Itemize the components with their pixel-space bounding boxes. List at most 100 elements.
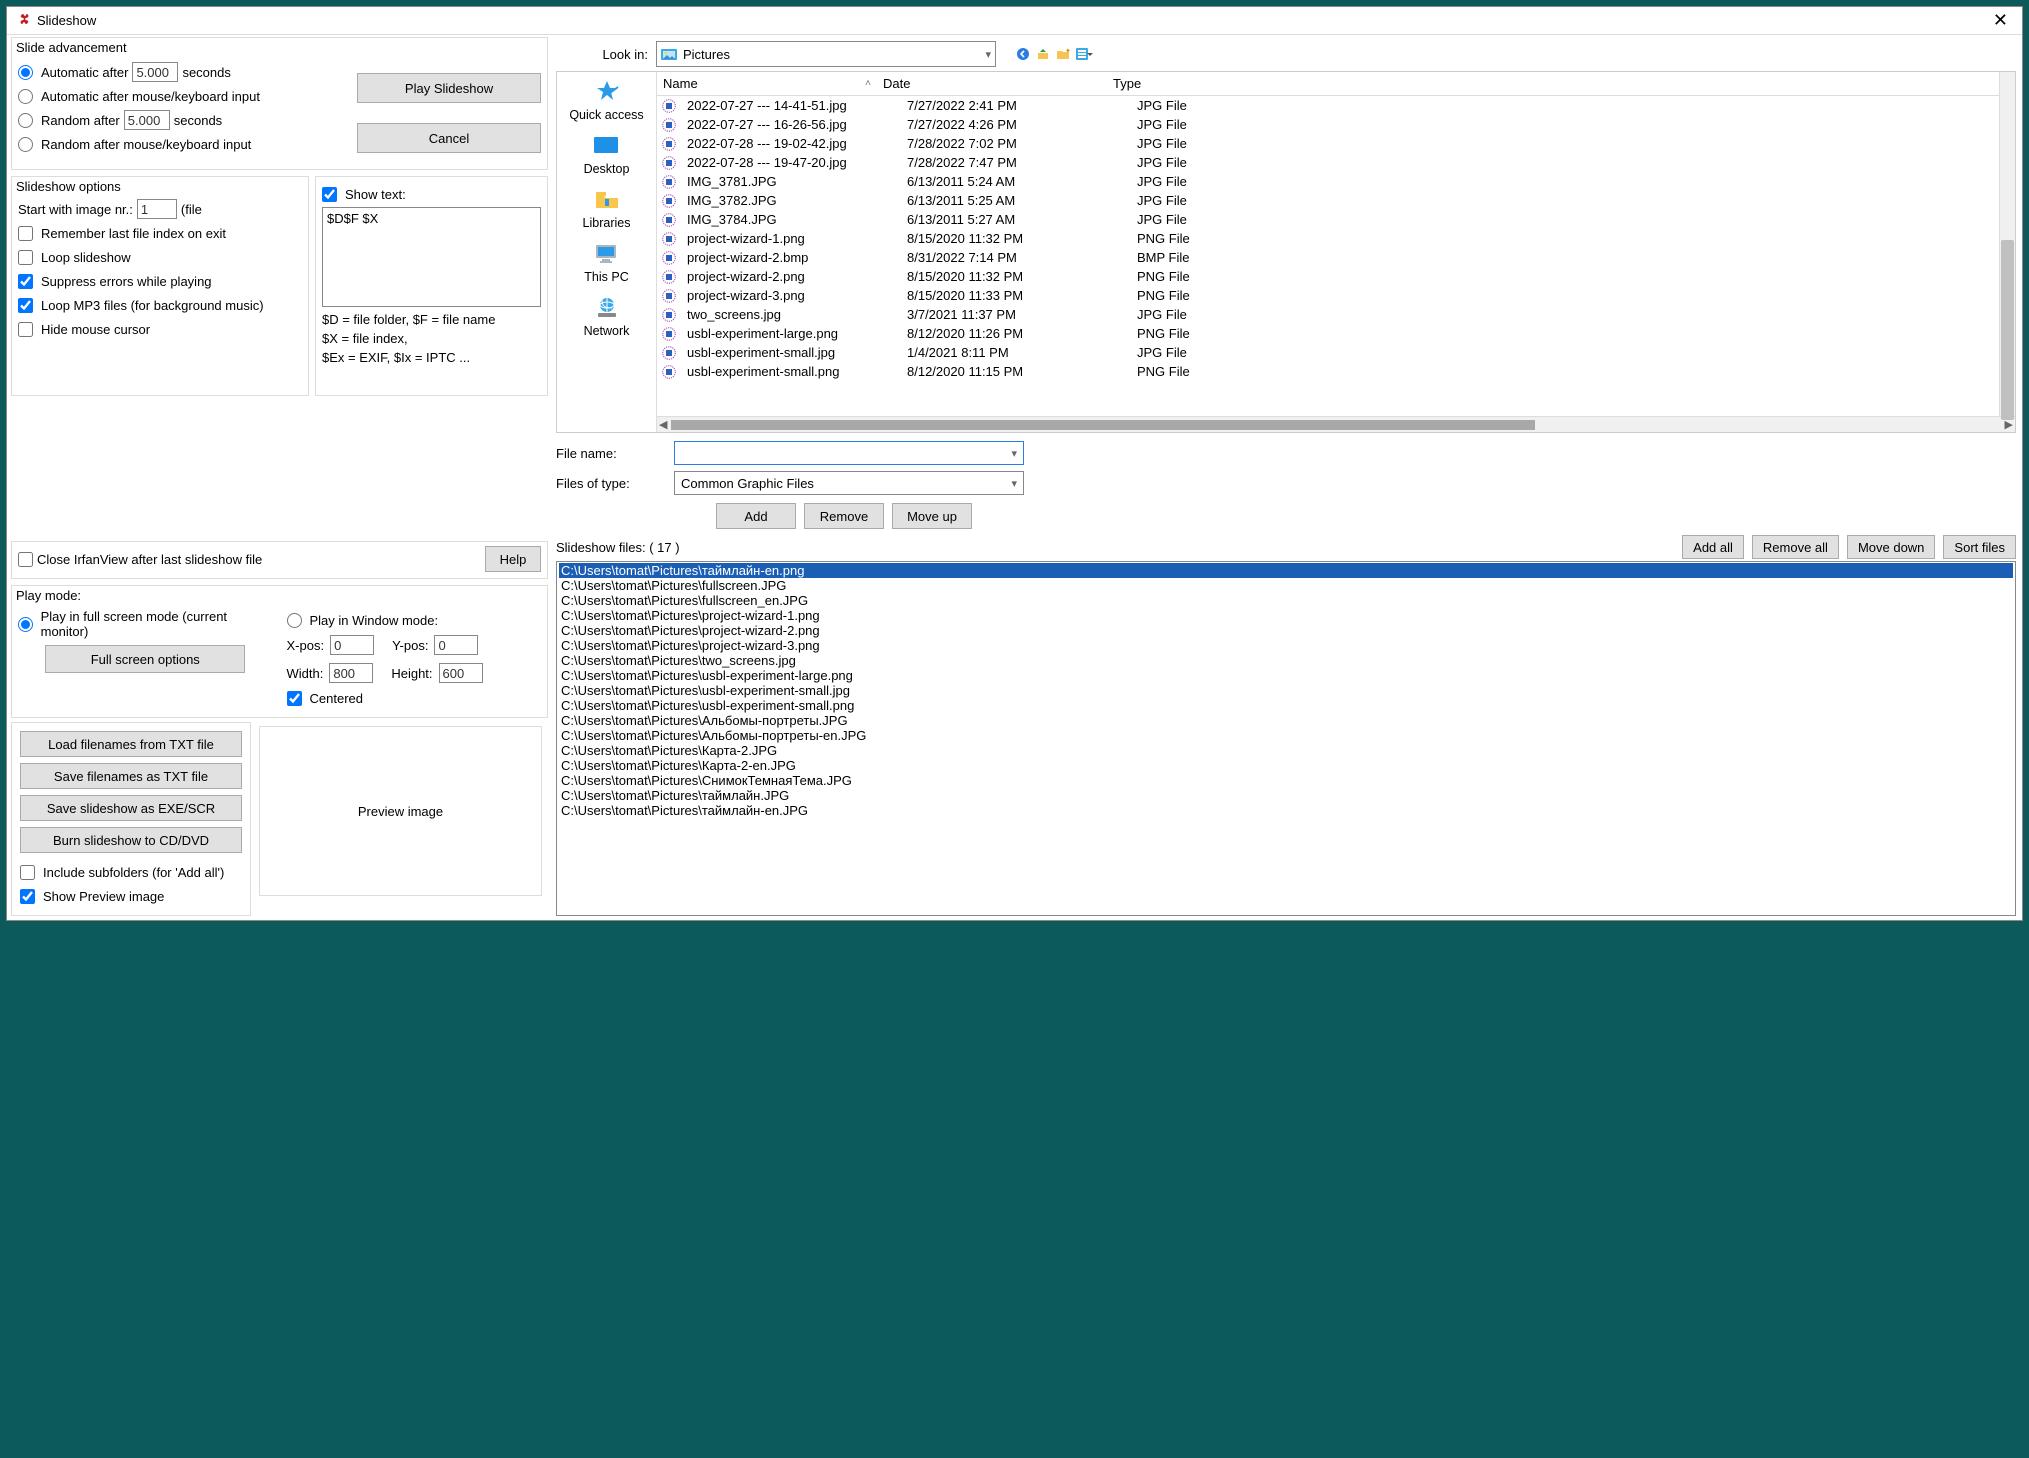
check-show-text[interactable] [322,187,337,202]
check-loop-mp3[interactable] [18,298,33,313]
load-txt-button[interactable]: Load filenames from TXT file [20,731,242,757]
new-folder-icon[interactable]: ✦ [1056,47,1070,61]
help-button[interactable]: Help [485,546,541,572]
check-include-subfolders[interactable] [20,865,35,880]
place-this-pc[interactable]: This PC [584,240,628,284]
burn-button[interactable]: Burn slideshow to CD/DVD [20,827,242,853]
move-down-button[interactable]: Move down [1847,535,1935,559]
check-centered[interactable] [287,691,302,706]
remove-all-button[interactable]: Remove all [1752,535,1839,559]
remove-button[interactable]: Remove [804,503,884,529]
place-desktop[interactable]: Desktop [584,132,630,176]
slideshow-file-item[interactable]: C:\Users\tomat\Pictures\таймлайн-en.png [559,563,2013,578]
file-type-combo[interactable]: Common Graphic Files ▾ [674,471,1024,495]
file-row[interactable]: 2022-07-28 --- 19-47-20.jpg7/28/2022 7:4… [657,153,2015,172]
file-row[interactable]: 2022-07-28 --- 19-02-42.jpg7/28/2022 7:0… [657,134,2015,153]
slideshow-file-item[interactable]: C:\Users\tomat\Pictures\Альбомы-портреты… [559,713,2013,728]
file-rows[interactable]: 2022-07-27 --- 14-41-51.jpg7/27/2022 2:4… [657,96,2015,416]
close-button[interactable]: ✕ [1987,10,2014,31]
file-row[interactable]: 2022-07-27 --- 14-41-51.jpg7/27/2022 2:4… [657,96,2015,115]
place-libraries[interactable]: Libraries [583,186,631,230]
radio-automatic-mouse[interactable] [18,89,33,104]
col-header-name[interactable]: Name˄ [657,74,877,93]
input-ypos[interactable] [434,635,478,655]
file-name-cell: two_screens.jpg [681,306,901,323]
input-height[interactable] [439,663,483,683]
move-up-button[interactable]: Move up [892,503,972,529]
slideshow-file-item[interactable]: C:\Users\tomat\Pictures\project-wizard-3… [559,638,2013,653]
input-show-text[interactable]: $D$F $X [322,207,541,307]
check-close-after[interactable] [18,552,33,567]
add-all-button[interactable]: Add all [1682,535,1744,559]
slideshow-file-item[interactable]: C:\Users\tomat\Pictures\two_screens.jpg [559,653,2013,668]
vertical-scrollbar[interactable] [1999,72,2015,416]
radio-random-after[interactable] [18,113,33,128]
look-in-combo[interactable]: Pictures ▾ [656,41,996,67]
slideshow-file-item[interactable]: C:\Users\tomat\Pictures\usbl-experiment-… [559,668,2013,683]
hscroll-track[interactable] [671,420,2000,430]
slideshow-file-item[interactable]: C:\Users\tomat\Pictures\fullscreen.JPG [559,578,2013,593]
slideshow-file-item[interactable]: C:\Users\tomat\Pictures\таймлайн-en.JPG [559,803,2013,818]
radio-window-mode[interactable] [287,613,302,628]
file-type-cell: JPG File [1131,116,2015,133]
col-header-type[interactable]: Type [1107,74,1999,93]
file-row[interactable]: 2022-07-27 --- 16-26-56.jpg7/27/2022 4:2… [657,115,2015,134]
slideshow-file-item[interactable]: C:\Users\tomat\Pictures\project-wizard-2… [559,623,2013,638]
slideshow-file-item[interactable]: C:\Users\tomat\Pictures\таймлайн.JPG [559,788,2013,803]
legend-line-1: $D = file folder, $F = file name [322,312,541,329]
up-icon[interactable] [1036,47,1050,61]
file-name-combo[interactable]: ▾ [674,441,1024,465]
file-row[interactable]: project-wizard-2.png8/15/2020 11:32 PMPN… [657,267,2015,286]
label-show-text: Show text: [345,187,406,202]
slideshow-file-item[interactable]: C:\Users\tomat\Pictures\Альбомы-портреты… [559,728,2013,743]
view-menu-icon[interactable] [1076,47,1090,61]
input-width[interactable] [329,663,373,683]
save-exe-button[interactable]: Save slideshow as EXE/SCR [20,795,242,821]
slideshow-file-item[interactable]: C:\Users\tomat\Pictures\СнимокТемнаяТема… [559,773,2013,788]
slideshow-file-item[interactable]: C:\Users\tomat\Pictures\usbl-experiment-… [559,698,2013,713]
slideshow-files-list[interactable]: C:\Users\tomat\Pictures\таймлайн-en.pngC… [556,561,2016,916]
file-row[interactable]: usbl-experiment-large.png8/12/2020 11:26… [657,324,2015,343]
check-show-preview[interactable] [20,889,35,904]
place-quick-access[interactable]: Quick access [569,78,643,122]
check-suppress-errors[interactable] [18,274,33,289]
radio-fullscreen[interactable] [18,617,33,632]
slideshow-file-item[interactable]: C:\Users\tomat\Pictures\Карта-2-en.JPG [559,758,2013,773]
back-icon[interactable] [1016,47,1030,61]
radio-random-mouse[interactable] [18,137,33,152]
play-slideshow-button[interactable]: Play Slideshow [357,73,541,103]
sort-files-button[interactable]: Sort files [1943,535,2016,559]
save-txt-button[interactable]: Save filenames as TXT file [20,763,242,789]
file-row[interactable]: two_screens.jpg3/7/2021 11:37 PMJPG File [657,305,2015,324]
file-row[interactable]: project-wizard-3.png8/15/2020 11:33 PMPN… [657,286,2015,305]
slideshow-file-item[interactable]: C:\Users\tomat\Pictures\Карта-2.JPG [559,743,2013,758]
file-row[interactable]: usbl-experiment-small.jpg1/4/2021 8:11 P… [657,343,2015,362]
input-start-image[interactable] [137,199,177,219]
slideshow-file-item[interactable]: C:\Users\tomat\Pictures\usbl-experiment-… [559,683,2013,698]
place-network[interactable]: Network [584,294,630,338]
radio-automatic-after[interactable] [18,65,33,80]
add-button[interactable]: Add [716,503,796,529]
col-header-date[interactable]: Date [877,74,1107,93]
cancel-button[interactable]: Cancel [357,123,541,153]
file-row[interactable]: IMG_3781.JPG6/13/2011 5:24 AMJPG File [657,172,2015,191]
slideshow-file-item[interactable]: C:\Users\tomat\Pictures\project-wizard-1… [559,608,2013,623]
input-automatic-seconds[interactable] [132,62,178,82]
file-row[interactable]: project-wizard-1.png8/15/2020 11:32 PMPN… [657,229,2015,248]
check-hide-cursor[interactable] [18,322,33,337]
scrollbar-thumb[interactable] [2001,240,2014,420]
scroll-left-icon[interactable]: ◀ [659,418,667,431]
file-type-cell: PNG File [1131,268,2015,285]
input-random-seconds[interactable] [124,110,170,130]
slideshow-file-item[interactable]: C:\Users\tomat\Pictures\fullscreen_en.JP… [559,593,2013,608]
bottom-left-buttons: Load filenames from TXT file Save filena… [11,722,251,916]
file-row[interactable]: project-wizard-2.bmp8/31/2022 7:14 PMBMP… [657,248,2015,267]
horizontal-scrollbar[interactable]: ◀ ▶ [657,416,2015,432]
input-xpos[interactable] [330,635,374,655]
file-row[interactable]: IMG_3784.JPG6/13/2011 5:27 AMJPG File [657,210,2015,229]
check-remember-index[interactable] [18,226,33,241]
check-loop-slideshow[interactable] [18,250,33,265]
full-screen-options-button[interactable]: Full screen options [45,645,245,673]
file-row[interactable]: IMG_3782.JPG6/13/2011 5:25 AMJPG File [657,191,2015,210]
file-row[interactable]: usbl-experiment-small.png8/12/2020 11:15… [657,362,2015,381]
